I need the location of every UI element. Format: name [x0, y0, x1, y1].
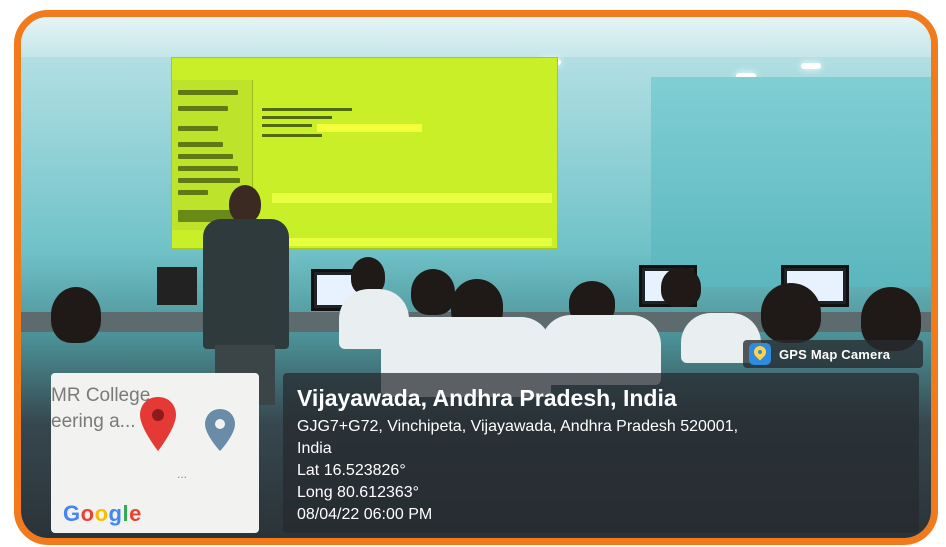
classroom-photo: GPS Map Camera MR College eering a... ..…: [21, 17, 931, 538]
gps-badge-label: GPS Map Camera: [779, 346, 891, 362]
map-pin-blue-icon: [205, 409, 235, 451]
map-place-line1: MR College: [51, 385, 151, 406]
photo-frame: GPS Map Camera MR College eering a... ..…: [14, 10, 938, 545]
location-info-panel: Vijayawada, Andhra Pradesh, India GJG7+G…: [283, 373, 919, 533]
gps-map-camera-icon: [749, 343, 771, 365]
student: [411, 269, 455, 315]
student: [761, 283, 821, 343]
instructor: [199, 185, 291, 405]
gps-map-camera-badge: GPS Map Camera: [743, 340, 923, 368]
student: [51, 287, 101, 343]
address-line1: GJG7+G72, Vinchipeta, Vijayawada, Andhra…: [297, 418, 739, 435]
map-place-line2: eering a...: [51, 411, 136, 432]
ceiling: [21, 17, 931, 57]
datetime: 08/04/22 06:00 PM: [297, 506, 433, 523]
location-title: Vijayawada, Andhra Pradesh, India: [297, 385, 677, 411]
ceiling-light: [801, 63, 821, 69]
longitude: Long 80.612363°: [297, 484, 420, 501]
map-thumbnail: MR College eering a... ... Google: [51, 373, 259, 533]
map-pin-red-icon: [140, 397, 176, 451]
map-more: ...: [177, 467, 188, 481]
google-logo: Google: [63, 501, 142, 526]
address-line2: India: [297, 440, 332, 457]
latitude: Lat 16.523826°: [297, 462, 406, 479]
student: [661, 267, 701, 307]
computer: [157, 267, 197, 305]
wall: [651, 77, 931, 287]
